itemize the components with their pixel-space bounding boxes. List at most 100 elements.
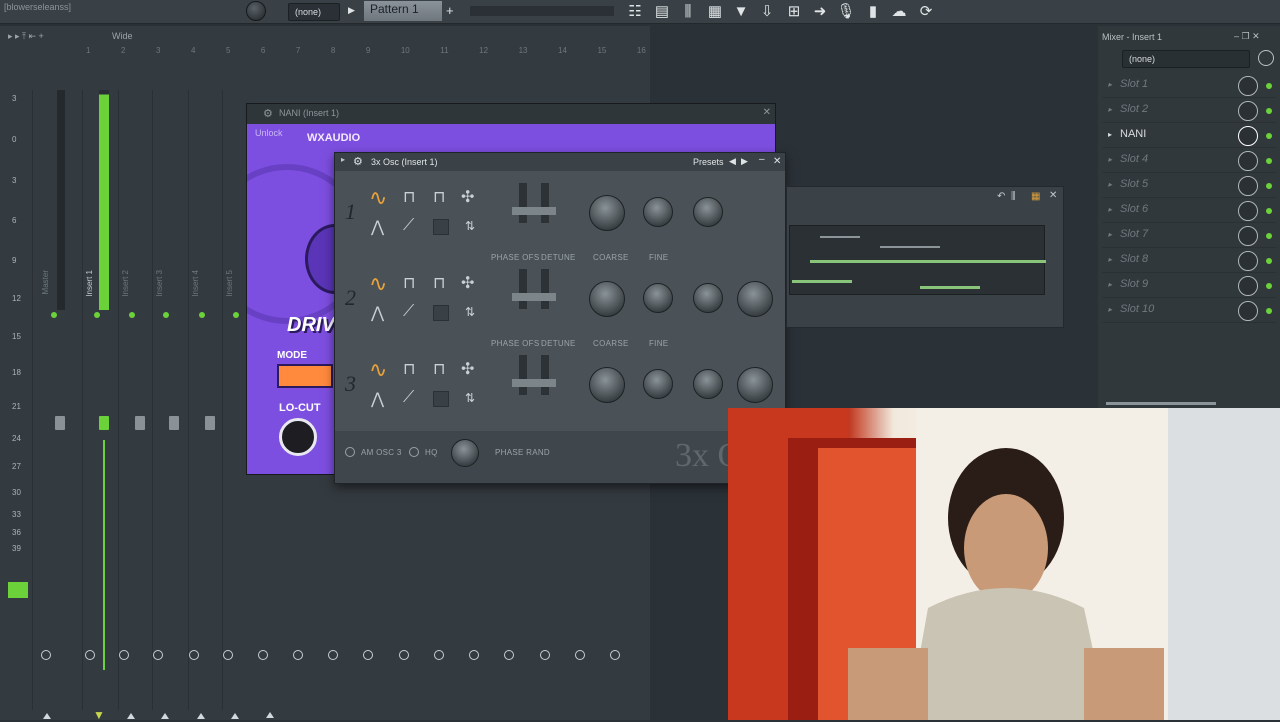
- track-pan-knob[interactable]: [469, 650, 479, 660]
- detune-handle[interactable]: [534, 207, 556, 215]
- sine-wave-icon[interactable]: ∿: [369, 357, 387, 383]
- cloud-icon[interactable]: ☁: [888, 1, 910, 23]
- plugin-picker-icon[interactable]: ▼: [730, 1, 752, 23]
- track-enable-led[interactable]: [233, 312, 239, 318]
- mixer-track-insert-2[interactable]: Insert 2: [118, 90, 152, 719]
- insert-scrollbar[interactable]: [1106, 402, 1216, 405]
- insert-preset-select[interactable]: (none): [1122, 50, 1250, 68]
- effect-slot-3[interactable]: ▸ NANI: [1102, 124, 1276, 148]
- track-pan-knob[interactable]: [258, 650, 268, 660]
- preset-select[interactable]: (none): [288, 3, 340, 21]
- slot-mix-knob[interactable]: [1238, 226, 1258, 246]
- effect-slot-5[interactable]: ▸ Slot 5: [1102, 174, 1276, 198]
- minimize-icon[interactable]: –: [759, 154, 765, 165]
- next-preset-icon[interactable]: ▶: [741, 156, 748, 167]
- detune-slider[interactable]: [541, 183, 549, 223]
- window-controls-icon[interactable]: – ❐ ✕: [1234, 31, 1260, 42]
- slot-enable-led[interactable]: [1266, 133, 1272, 139]
- locut-knob[interactable]: [279, 418, 317, 456]
- track-pan-knob[interactable]: [575, 650, 585, 660]
- effect-slot-8[interactable]: ▸ Slot 8: [1102, 249, 1276, 273]
- add-pattern-button[interactable]: +: [446, 3, 454, 18]
- refresh-icon[interactable]: ⟳: [915, 1, 937, 23]
- track-fader[interactable]: [205, 416, 215, 430]
- track-pan-knob[interactable]: [610, 650, 620, 660]
- custom-sample-icon[interactable]: [433, 391, 449, 407]
- slot-enable-led[interactable]: [1266, 158, 1272, 164]
- close-icon[interactable]: ✕: [1049, 190, 1057, 201]
- detune-handle[interactable]: [534, 379, 556, 387]
- stereo-phase-knob[interactable]: [693, 369, 723, 399]
- effect-slot-7[interactable]: ▸ Slot 7: [1102, 224, 1276, 248]
- flip-icon[interactable]: ⇅: [465, 391, 475, 405]
- track-fader[interactable]: [55, 416, 65, 430]
- track-fader[interactable]: [135, 416, 145, 430]
- saw-wave-icon[interactable]: ⟋: [403, 303, 414, 321]
- route-arrow-icon[interactable]: [266, 712, 274, 718]
- grid-icon[interactable]: ▦: [1031, 191, 1040, 202]
- track-pan-knob[interactable]: [119, 650, 129, 660]
- slot-enable-led[interactable]: [1266, 308, 1272, 314]
- track-pan-knob[interactable]: [223, 650, 233, 660]
- track-fader[interactable]: [169, 416, 179, 430]
- piano-roll-icon[interactable]: ▤: [651, 1, 673, 23]
- track-enable-led[interactable]: [129, 312, 135, 318]
- track-enable-led[interactable]: [51, 312, 57, 318]
- noise-wave-icon[interactable]: ✣: [461, 273, 474, 293]
- sine-wave-icon[interactable]: ∿: [369, 271, 387, 297]
- pulse-wave-icon[interactable]: ⊓: [433, 273, 445, 293]
- effect-slot-2[interactable]: ▸ Slot 2: [1102, 99, 1276, 123]
- microphone-icon[interactable]: 🎙: [835, 1, 857, 23]
- phase-offset-handle[interactable]: [512, 293, 534, 301]
- square-wave-icon[interactable]: ⊓: [403, 359, 415, 379]
- channel-rack-icon[interactable]: ▦: [704, 1, 726, 23]
- coarse-knob[interactable]: [589, 195, 625, 231]
- slot-mix-knob[interactable]: [1238, 151, 1258, 171]
- phase-offset-slider[interactable]: [519, 183, 527, 223]
- osc-volume-knob[interactable]: [737, 367, 773, 403]
- track-pan-knob[interactable]: [85, 650, 95, 660]
- flip-icon[interactable]: ⇅: [465, 305, 475, 319]
- slot-enable-led[interactable]: [1266, 208, 1272, 214]
- noise-wave-icon[interactable]: ✣: [461, 359, 474, 379]
- stereo-phase-knob[interactable]: [693, 283, 723, 313]
- mixer-track-insert-4[interactable]: Insert 4: [188, 90, 222, 719]
- phase-offset-slider[interactable]: [519, 269, 527, 309]
- detune-slider[interactable]: [541, 269, 549, 309]
- master-volume-knob[interactable]: [246, 1, 266, 21]
- mixer-nav-icons[interactable]: ▸ ▸ ⤒ ⇤ +: [8, 31, 44, 42]
- clock-icon[interactable]: [1258, 50, 1274, 66]
- effect-slot-1[interactable]: ▸ Slot 1: [1102, 74, 1276, 98]
- slot-mix-knob[interactable]: [1238, 276, 1258, 296]
- route-arrow-icon[interactable]: [197, 713, 205, 719]
- route-arrow-icon[interactable]: [127, 713, 135, 719]
- square-wave-icon[interactable]: ⊓: [403, 273, 415, 293]
- track-fader[interactable]: [99, 416, 109, 430]
- stereo-knob[interactable]: [451, 439, 479, 467]
- pulse-wave-icon[interactable]: ⊓: [433, 359, 445, 379]
- undo-icon[interactable]: ↶: [997, 191, 1005, 202]
- coarse-knob[interactable]: [589, 281, 625, 317]
- browser-icon[interactable]: ⇩: [756, 1, 778, 23]
- phase-rand-toggle[interactable]: PHASE RAND: [495, 448, 550, 457]
- route-arrow-icon[interactable]: [161, 713, 169, 719]
- detune-handle[interactable]: [534, 293, 556, 301]
- slot-mix-knob[interactable]: [1238, 301, 1258, 321]
- gear-icon[interactable]: ⚙: [263, 107, 273, 120]
- mixer-track-insert-1[interactable]: Insert 1 ▼: [82, 90, 116, 722]
- track-pan-knob[interactable]: [189, 650, 199, 660]
- track-enable-led[interactable]: [94, 312, 100, 318]
- custom-sample-icon[interactable]: [433, 305, 449, 321]
- gear-icon[interactable]: ⚙: [353, 155, 363, 168]
- nani-titlebar[interactable]: ⚙ NANI (Insert 1) ✕: [247, 104, 775, 124]
- prev-preset-icon[interactable]: ◀: [729, 156, 736, 167]
- slot-mix-knob[interactable]: [1238, 176, 1258, 196]
- track-pan-knob[interactable]: [41, 650, 51, 660]
- export-icon[interactable]: ➜: [809, 1, 831, 23]
- slot-mix-knob[interactable]: [1238, 126, 1258, 146]
- effect-slot-9[interactable]: ▸ Slot 9: [1102, 274, 1276, 298]
- effect-slot-6[interactable]: ▸ Slot 6: [1102, 199, 1276, 223]
- presets-button[interactable]: Presets: [693, 157, 724, 167]
- track-pan-knob[interactable]: [363, 650, 373, 660]
- slot-mix-knob[interactable]: [1238, 201, 1258, 221]
